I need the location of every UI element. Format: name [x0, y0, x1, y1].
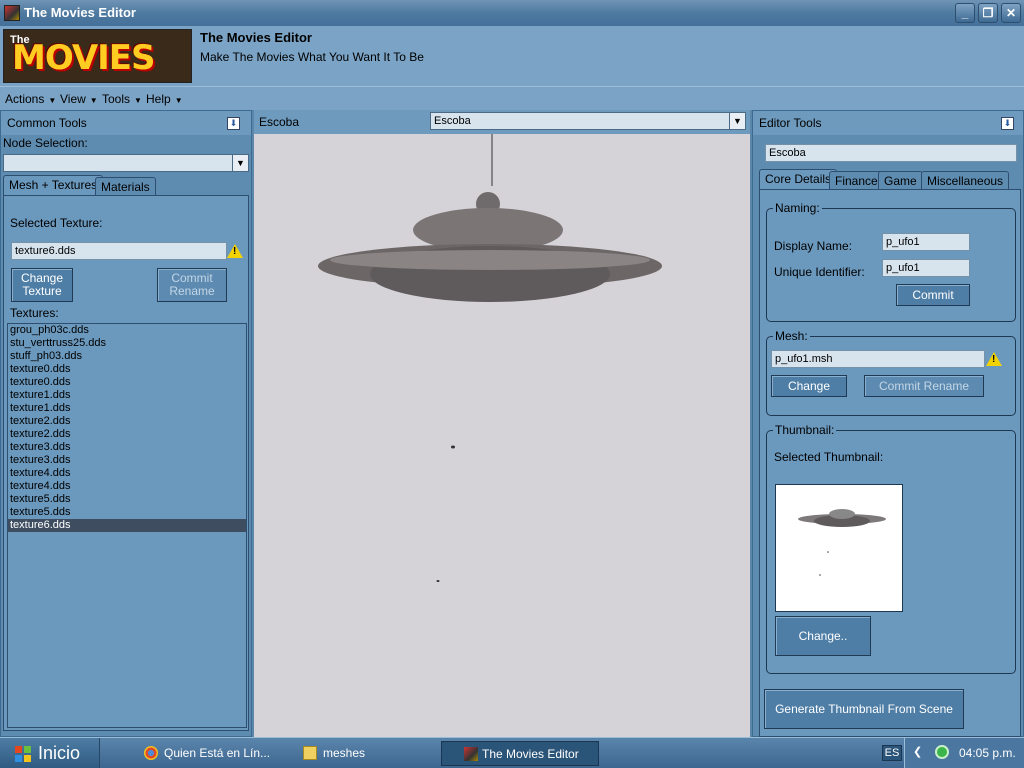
app-icon	[4, 5, 20, 21]
mesh-group: Mesh: p_ufo1.msh ! Change Commit Rename	[766, 329, 1016, 416]
core-details-tab-body: Naming: Display Name: p_ufo1 Unique Iden…	[759, 189, 1021, 737]
taskbar-item-movies-editor[interactable]: The Movies Editor	[441, 741, 599, 766]
browser-icon	[144, 746, 158, 760]
change-mesh-button[interactable]: Change	[771, 375, 847, 397]
tab-core-details[interactable]: Core Details	[759, 169, 838, 189]
list-item[interactable]: texture0.dds	[8, 376, 246, 389]
warning-icon: !	[986, 352, 1002, 366]
taskbar-item-meshes[interactable]: meshes	[297, 741, 437, 766]
system-tray: ❮ 04:05 p.m.	[904, 738, 1024, 768]
windows-logo-icon	[15, 746, 31, 762]
restore-button[interactable]: ❐	[978, 3, 998, 23]
list-item[interactable]: texture3.dds	[8, 441, 246, 454]
folder-icon	[303, 746, 317, 760]
app-icon	[464, 747, 478, 761]
chevron-down-icon: ▼	[232, 155, 248, 171]
caret-down-icon: ▼	[174, 96, 183, 105]
tab-miscellaneous[interactable]: Miscellaneous	[921, 171, 1010, 189]
mesh-textures-tab-body: Selected Texture: texture6.dds ! Change …	[3, 195, 249, 731]
panel-title: Editor Tools	[753, 111, 1023, 135]
commit-rename-mesh-button[interactable]: Commit Rename	[864, 375, 984, 397]
taskbar: Inicio Quien Está en Lín... meshes The M…	[0, 737, 1024, 768]
textures-label: Textures:	[10, 306, 59, 320]
3d-viewport[interactable]	[254, 134, 750, 737]
chevron-left-icon[interactable]: ❮	[913, 745, 922, 758]
tab-materials[interactable]: Materials	[95, 177, 156, 195]
list-item[interactable]: texture5.dds	[8, 493, 246, 506]
caret-down-icon: ▼	[134, 96, 142, 105]
list-item[interactable]: texture3.dds	[8, 454, 246, 467]
list-item[interactable]: grou_ph03c.dds	[8, 324, 246, 337]
network-icon[interactable]	[935, 745, 949, 759]
list-item[interactable]: texture4.dds	[8, 467, 246, 480]
commit-rename-button[interactable]: Commit Rename	[157, 268, 227, 302]
list-item[interactable]: stu_verttruss25.dds	[8, 337, 246, 350]
chevron-down-icon: ▼	[729, 113, 745, 129]
list-item[interactable]: texture1.dds	[8, 389, 246, 402]
tab-mesh-textures[interactable]: Mesh + Textures	[3, 175, 104, 195]
node-selection-dropdown[interactable]: ▼	[3, 154, 249, 172]
generate-thumbnail-button[interactable]: Generate Thumbnail From Scene	[764, 689, 964, 729]
menu-tools[interactable]: Tools ▼	[102, 92, 142, 106]
list-item[interactable]: texture0.dds	[8, 363, 246, 376]
list-item[interactable]: texture2.dds	[8, 415, 246, 428]
textures-list[interactable]: grou_ph03c.dds stu_verttruss25.dds stuff_p…	[7, 323, 247, 728]
collapse-icon[interactable]: ⬇	[227, 117, 240, 130]
list-item[interactable]: stuff_ph03.dds	[8, 350, 246, 363]
list-item[interactable]: texture2.dds	[8, 428, 246, 441]
panel-title: Common Tools	[1, 111, 251, 135]
viewport-header: Escoba Escoba ▼	[254, 110, 750, 134]
object-name-field[interactable]: Escoba	[765, 144, 1017, 162]
app-name: The Movies Editor	[200, 30, 312, 45]
caret-down-icon: ▼	[89, 96, 98, 105]
list-item[interactable]: texture1.dds	[8, 402, 246, 415]
scene-label: Escoba	[259, 115, 300, 129]
clock: 04:05 p.m.	[959, 746, 1016, 760]
list-item[interactable]: texture4.dds	[8, 480, 246, 493]
list-item[interactable]: texture5.dds	[8, 506, 246, 519]
selected-thumbnail-label: Selected Thumbnail:	[774, 450, 884, 464]
close-button[interactable]: ✕	[1001, 3, 1021, 23]
mesh-field[interactable]: p_ufo1.msh	[771, 350, 985, 368]
list-item[interactable]: texture6.dds	[8, 519, 246, 532]
change-thumbnail-button[interactable]: Change..	[775, 616, 871, 656]
menu-actions[interactable]: Actions ▼	[5, 92, 56, 106]
warning-icon: !	[227, 244, 243, 258]
tab-finance[interactable]: Finance	[829, 171, 884, 189]
display-name-field[interactable]: p_ufo1	[882, 233, 970, 251]
minimize-button[interactable]: _	[955, 3, 975, 23]
naming-group: Naming: Display Name: p_ufo1 Unique Iden…	[766, 201, 1016, 322]
common-tools-panel: Common Tools ⬇ Node Selection: ▼ Mesh + …	[0, 110, 252, 737]
selected-texture-label: Selected Texture:	[10, 216, 103, 230]
app-tagline: Make The Movies What You Want It To Be	[200, 50, 424, 64]
node-selection-label: Node Selection:	[3, 136, 88, 150]
ufo-model	[318, 134, 662, 582]
tab-game[interactable]: Game	[878, 171, 923, 189]
commit-button[interactable]: Commit	[896, 284, 970, 306]
menu-help[interactable]: Help ▼	[146, 92, 183, 106]
taskbar-item-browser[interactable]: Quien Está en Lín...	[138, 741, 293, 766]
app-header: The MOVIES The Movies Editor Make The Mo…	[0, 26, 1024, 86]
thumbnail-preview	[775, 484, 903, 612]
menu-view[interactable]: View ▼	[60, 92, 98, 106]
the-movies-logo: The MOVIES	[3, 29, 192, 83]
language-indicator[interactable]: ES	[882, 745, 902, 761]
window-title: The Movies Editor	[24, 5, 136, 20]
editor-tools-panel: Editor Tools ⬇ Escoba Core Details Finan…	[752, 110, 1024, 737]
display-name-label: Display Name:	[774, 239, 853, 253]
unique-id-field[interactable]: p_ufo1	[882, 259, 970, 277]
caret-down-icon: ▼	[48, 96, 57, 105]
menu-bar: Actions ▼ View ▼ Tools ▼ Help ▼	[0, 86, 1024, 110]
change-texture-button[interactable]: Change Texture	[11, 268, 73, 302]
title-bar: The Movies Editor _ ❐ ✕	[0, 0, 1024, 26]
thumbnail-group: Thumbnail: Selected Thumbnail: Change..	[766, 423, 1016, 674]
scene-dropdown[interactable]: Escoba ▼	[430, 112, 746, 130]
collapse-icon[interactable]: ⬇	[1001, 117, 1014, 130]
start-button[interactable]: Inicio	[0, 738, 100, 768]
selected-texture-field[interactable]: texture6.dds	[11, 242, 227, 260]
unique-id-label: Unique Identifier:	[774, 265, 865, 279]
